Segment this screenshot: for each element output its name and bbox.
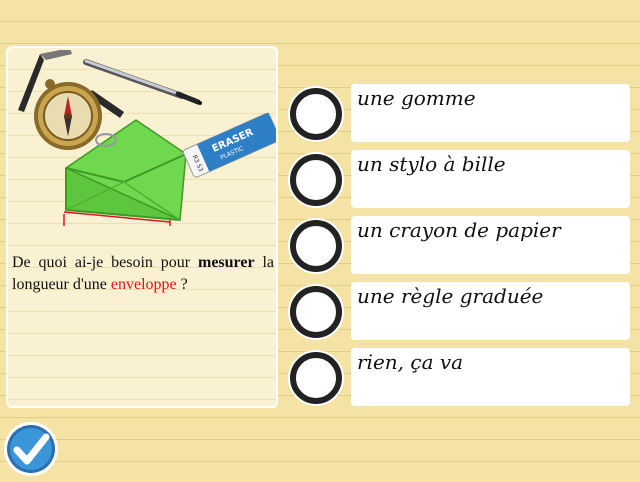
option-1[interactable]: une gomme	[351, 84, 630, 142]
question-illustration: ERASER PLASTIC R3 53	[18, 50, 276, 226]
option-radio-5[interactable]	[290, 352, 342, 404]
checkmark-icon	[4, 422, 58, 476]
question-bold-word: mesurer	[198, 254, 255, 271]
eraser-icon: ERASER PLASTIC R3 53	[182, 112, 276, 178]
validate-button[interactable]	[2, 420, 60, 478]
option-2[interactable]: un stylo à bille	[351, 150, 630, 208]
option-label: une règle graduée	[357, 284, 544, 308]
option-radio-3[interactable]	[290, 220, 342, 272]
question-text: De quoi ai-je besoin pour mesurer la lon…	[12, 252, 274, 296]
question-part3: ?	[176, 276, 188, 293]
option-label: un stylo à bille	[357, 152, 506, 176]
option-label: rien, ça va	[357, 350, 464, 374]
option-5[interactable]: rien, ça va	[351, 348, 630, 406]
option-3[interactable]: un crayon de papier	[351, 216, 630, 274]
option-4[interactable]: une règle graduée	[351, 282, 630, 340]
option-radio-2[interactable]	[290, 154, 342, 206]
option-radio-4[interactable]	[290, 286, 342, 338]
option-label: une gomme	[357, 86, 476, 110]
option-label: un crayon de papier	[357, 218, 561, 242]
question-highlight-word: enveloppe	[110, 276, 177, 293]
option-radio-1[interactable]	[290, 88, 342, 140]
question-part1: De quoi ai-je besoin pour	[12, 254, 198, 271]
question-card: ERASER PLASTIC R3 53 De quoi ai-je besoi…	[6, 46, 278, 408]
